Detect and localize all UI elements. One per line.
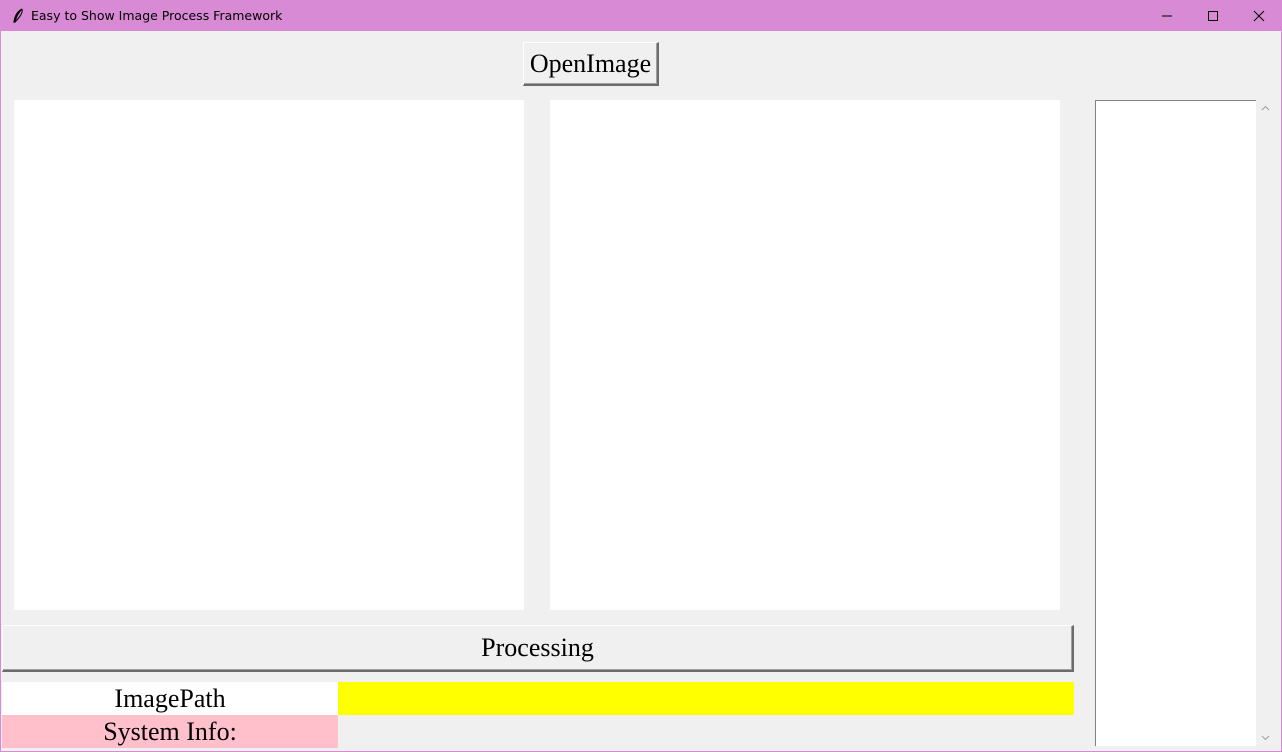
system-info-value (338, 715, 1074, 748)
processed-image-canvas (550, 100, 1060, 610)
image-path-label: ImagePath (2, 682, 338, 715)
title-bar[interactable]: Easy to Show Image Process Framework (1, 1, 1281, 31)
feather-icon (11, 8, 25, 24)
maximize-button[interactable] (1190, 1, 1236, 31)
system-info-label: System Info: (2, 715, 338, 748)
scroll-down-icon[interactable] (1261, 733, 1270, 742)
minimize-button[interactable] (1144, 1, 1190, 31)
close-icon (1253, 10, 1265, 22)
app-window: Easy to Show Image Process Framework Ope… (0, 0, 1282, 752)
scroll-up-icon[interactable] (1261, 104, 1270, 113)
listbox-scrollbar[interactable] (1257, 100, 1274, 746)
original-image-canvas (14, 100, 524, 610)
image-path-field (338, 682, 1074, 715)
output-listbox[interactable] (1095, 100, 1256, 746)
close-button[interactable] (1236, 1, 1282, 31)
processing-button[interactable]: Processing (2, 625, 1074, 672)
open-image-button[interactable]: OpenImage (523, 42, 659, 86)
window-title: Easy to Show Image Process Framework (31, 8, 283, 23)
maximize-icon (1208, 11, 1218, 21)
minimize-icon (1162, 15, 1172, 17)
